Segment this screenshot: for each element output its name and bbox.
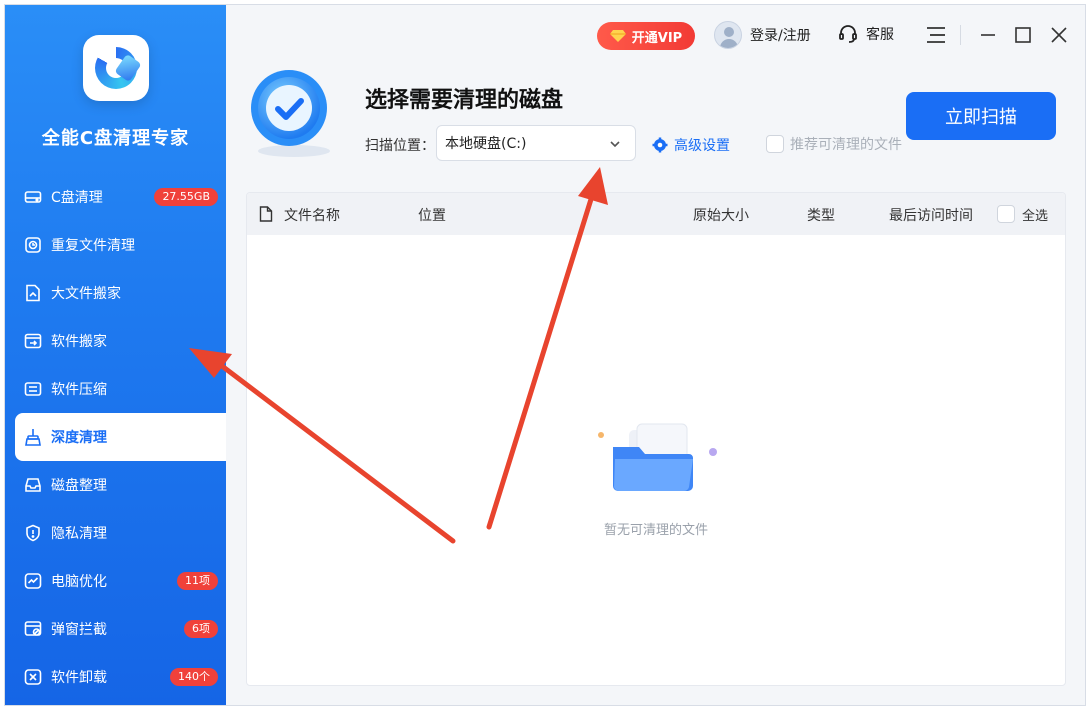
customer-service-button[interactable]: 客服 bbox=[838, 24, 894, 44]
sidebar-item-label: C盘清理 bbox=[51, 190, 103, 206]
advanced-settings-label: 高级设置 bbox=[674, 138, 730, 154]
sidebar-item-deep-clean[interactable]: 深度清理 bbox=[15, 413, 226, 461]
file-icon bbox=[259, 206, 273, 222]
sidebar-item-label: 电脑优化 bbox=[51, 574, 107, 590]
sidebar-item-app-move[interactable]: 软件搬家 bbox=[5, 317, 226, 365]
app-window: 全能C盘清理专家 C盘清理 27.55GB 重复文件清理 大文件搬家 软件搬家 … bbox=[4, 4, 1086, 706]
chart-icon bbox=[23, 571, 43, 591]
checkmark-badge-icon bbox=[251, 70, 330, 157]
column-header-filename: 文件名称 bbox=[284, 208, 340, 224]
recommend-label: 推荐可清理的文件 bbox=[790, 137, 902, 153]
chevron-down-icon bbox=[610, 141, 620, 148]
menu-button[interactable] bbox=[924, 23, 948, 47]
maximize-icon bbox=[1015, 27, 1031, 43]
scan-location-label: 扫描位置： bbox=[365, 138, 435, 154]
sidebar-item-app-compress[interactable]: 软件压缩 bbox=[5, 365, 226, 413]
inbox-icon bbox=[23, 475, 43, 495]
login-label: 登录/注册 bbox=[750, 28, 811, 44]
sidebar-item-label: 深度清理 bbox=[51, 430, 107, 446]
shield-icon bbox=[23, 523, 43, 543]
gear-icon bbox=[652, 137, 668, 153]
app-move-icon bbox=[23, 331, 43, 351]
sidebar-item-pc-optimize[interactable]: 电脑优化 11项 bbox=[5, 557, 226, 605]
count-badge: 11项 bbox=[177, 572, 218, 590]
empty-state: 暂无可清理的文件 bbox=[247, 235, 1065, 685]
size-badge: 27.55GB bbox=[154, 188, 218, 206]
sidebar-item-label: 重复文件清理 bbox=[51, 238, 135, 254]
select-all-label: 全选 bbox=[1022, 209, 1049, 224]
empty-message: 暂无可清理的文件 bbox=[603, 523, 708, 538]
advanced-settings-link[interactable]: 高级设置 bbox=[652, 135, 730, 155]
table-header: 文件名称 位置 原始大小 类型 最后访问时间 全选 bbox=[247, 193, 1065, 235]
page-title: 选择需要清理的磁盘 bbox=[365, 88, 564, 113]
sidebar-item-label: 软件卸载 bbox=[51, 670, 107, 686]
empty-folder-icon bbox=[598, 423, 717, 492]
file-table: 文件名称 位置 原始大小 类型 最后访问时间 全选 暂无可清理的文件 bbox=[246, 192, 1066, 686]
login-button[interactable]: 登录/注册 bbox=[714, 21, 811, 49]
count-badge: 140个 bbox=[170, 668, 218, 686]
avatar bbox=[714, 21, 742, 49]
minimize-icon bbox=[981, 34, 995, 36]
headset-icon bbox=[839, 25, 857, 43]
maximize-button[interactable] bbox=[1011, 23, 1035, 47]
column-header-size: 原始大小 bbox=[693, 208, 749, 224]
close-icon bbox=[1051, 27, 1067, 43]
sidebar-item-c-drive-clean[interactable]: C盘清理 27.55GB bbox=[5, 173, 226, 221]
divider bbox=[960, 25, 961, 45]
scan-location-value: 本地硬盘(C:) bbox=[445, 136, 527, 152]
app-title: 全能C盘清理专家 bbox=[41, 128, 190, 149]
sidebar-item-popup-block[interactable]: 弹窗拦截 6项 bbox=[5, 605, 226, 653]
column-header-type: 类型 bbox=[807, 208, 835, 224]
app-logo bbox=[83, 35, 149, 101]
count-badge: 6项 bbox=[184, 620, 218, 638]
popup-icon bbox=[23, 619, 43, 639]
broom-icon bbox=[23, 427, 43, 447]
checkbox[interactable] bbox=[766, 135, 784, 153]
file-move-icon bbox=[23, 283, 43, 303]
sidebar-item-label: 隐私清理 bbox=[51, 526, 107, 542]
service-label: 客服 bbox=[866, 27, 894, 43]
select-all-checkbox[interactable] bbox=[997, 205, 1015, 223]
scan-location-select[interactable]: 本地硬盘(C:) bbox=[436, 125, 636, 161]
sidebar-item-label: 软件压缩 bbox=[51, 382, 107, 398]
sidebar-item-duplicate-clean[interactable]: 重复文件清理 bbox=[5, 221, 226, 269]
close-button[interactable] bbox=[1047, 23, 1071, 47]
scan-now-button[interactable]: 立即扫描 bbox=[906, 92, 1056, 140]
sidebar-item-label: 软件搬家 bbox=[51, 334, 107, 350]
sidebar-item-app-uninstall[interactable]: 软件卸载 140个 bbox=[5, 653, 226, 701]
vip-button[interactable]: 开通VIP bbox=[597, 22, 695, 50]
column-header-location: 位置 bbox=[418, 208, 446, 224]
duplicate-icon bbox=[23, 235, 43, 255]
compress-icon bbox=[23, 379, 43, 399]
recommend-checkbox[interactable]: 推荐可清理的文件 bbox=[766, 134, 902, 154]
vip-label: 开通VIP bbox=[631, 30, 683, 46]
column-header-last-access: 最后访问时间 bbox=[889, 208, 973, 224]
uninstall-icon bbox=[23, 667, 43, 687]
sidebar-item-label: 弹窗拦截 bbox=[51, 622, 107, 638]
menu-icon bbox=[927, 27, 945, 43]
sidebar: 全能C盘清理专家 C盘清理 27.55GB 重复文件清理 大文件搬家 软件搬家 … bbox=[5, 5, 226, 705]
sidebar-item-disk-organize[interactable]: 磁盘整理 bbox=[5, 461, 226, 509]
sidebar-item-label: 磁盘整理 bbox=[51, 478, 107, 494]
minimize-button[interactable] bbox=[976, 23, 1000, 47]
diamond-icon bbox=[609, 30, 626, 42]
sidebar-nav: C盘清理 27.55GB 重复文件清理 大文件搬家 软件搬家 软件压缩 深度清理… bbox=[5, 173, 226, 701]
sidebar-item-privacy-clean[interactable]: 隐私清理 bbox=[5, 509, 226, 557]
drive-icon bbox=[23, 187, 43, 207]
sidebar-item-large-file-move[interactable]: 大文件搬家 bbox=[5, 269, 226, 317]
sidebar-item-label: 大文件搬家 bbox=[51, 286, 121, 302]
